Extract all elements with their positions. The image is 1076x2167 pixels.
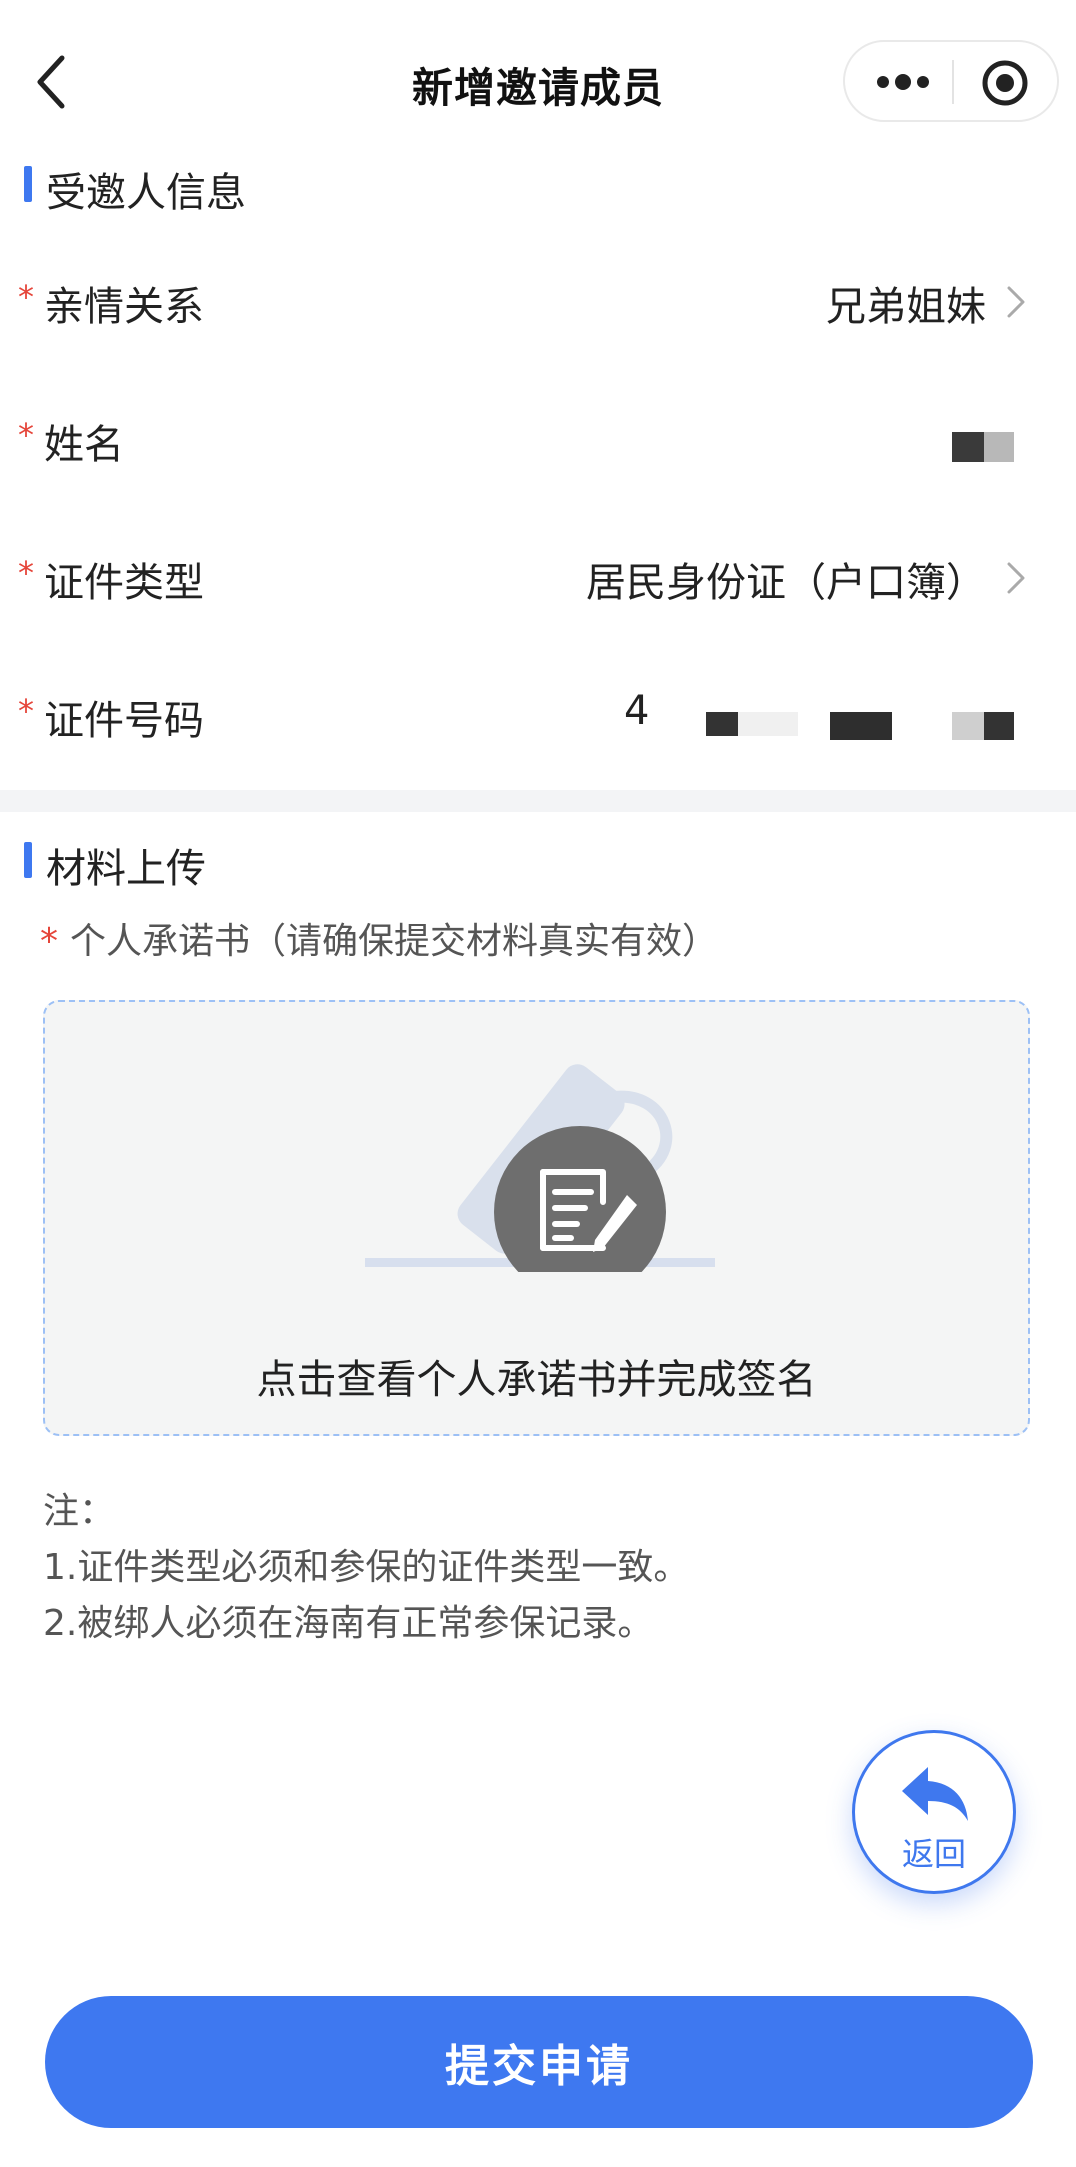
required-mark: * [40,921,58,962]
notes-line: 1.证件类型必须和参保的证件类型一致。 [43,1547,690,1588]
section-accent-bar [24,166,32,202]
required-mark: * [18,416,34,454]
notes-heading: 注： [43,1491,116,1532]
required-mark: * [18,692,34,730]
redaction-block [984,712,1014,740]
field-value: 居民身份证（户口簿） [586,560,986,606]
mini-program-capsule [843,40,1059,122]
redaction-block [984,432,1014,462]
section-title: 受邀人信息 [46,170,246,216]
field-id-type[interactable]: * 证件类型 居民身份证（户口簿） [0,512,1076,650]
redaction-block [706,712,738,736]
redaction-block [738,712,798,736]
field-label: 姓名 [44,422,124,468]
redaction-block [952,712,984,740]
field-label: 亲情关系 [44,284,204,330]
commitment-upload-box[interactable]: 点击查看个人承诺书并完成签名 [43,1000,1030,1436]
nav-bar: 新增邀请成员 [0,0,1076,160]
return-arrow-icon [902,1767,968,1821]
field-value: 4 [624,688,650,734]
upload-caption: 点击查看个人承诺书并完成签名 [256,1357,817,1403]
field-relationship[interactable]: * 亲情关系 兄弟姐妹 [0,236,1076,374]
upload-label: * 个人承诺书（请确保提交材料真实有效） [40,912,718,964]
section-divider [0,790,1076,812]
notes: 注： 1.证件类型必须和参保的证件类型一致。 2.被绑人必须在海南有正常参保记录… [43,1484,689,1652]
required-mark: * [18,278,34,316]
upload-label-text: 个人承诺书（请确保提交材料真实有效） [70,921,719,962]
document-sign-illustration [365,1064,715,1272]
more-dots-icon[interactable] [873,60,933,104]
section-accent-bar [24,842,32,878]
target-circle-icon[interactable] [980,58,1030,108]
submit-button[interactable]: 提交申请 [45,1996,1033,2128]
notes-line: 2.被绑人必须在海南有正常参保记录。 [43,1603,654,1644]
chevron-right-icon [1007,286,1025,318]
back-fab-button[interactable]: 返回 [852,1730,1016,1894]
redaction-block [952,432,984,462]
field-label: 证件号码 [44,698,204,744]
redaction-block [830,712,892,740]
page: 新增邀请成员 受邀人信息 * 亲情关系 兄弟姐妹 * 姓名 * 证件类型 居民身… [0,0,1076,2167]
required-mark: * [18,554,34,592]
field-name[interactable]: * 姓名 [0,374,1076,512]
field-value: 兄弟姐妹 [826,284,986,330]
back-fab-label: 返回 [901,1835,966,1873]
field-label: 证件类型 [44,560,204,606]
section-title: 材料上传 [46,846,206,892]
chevron-right-icon [1007,562,1025,594]
field-id-number[interactable]: * 证件号码 4 [0,650,1076,788]
capsule-divider [952,60,954,104]
